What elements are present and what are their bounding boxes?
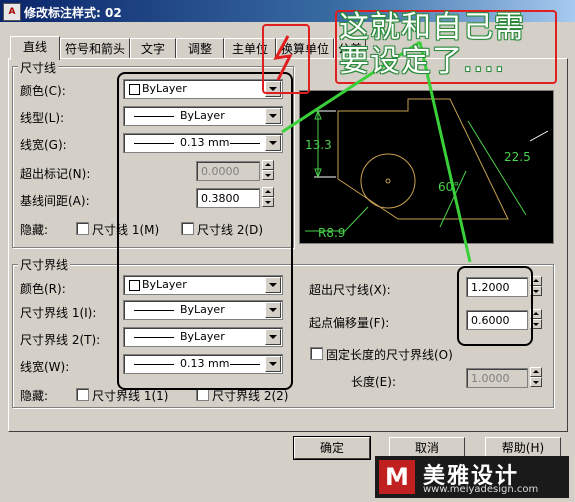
watermark-url: www.meiyadesign.com: [423, 484, 539, 495]
watermark-logo-icon: M: [379, 460, 415, 494]
annotation-line-1: 这就和自己需: [339, 10, 525, 45]
watermark: M 美雅设计 www.meiyadesign.com: [375, 456, 569, 498]
tab-lines[interactable]: 直线: [10, 36, 60, 60]
annotation-line-2: 要设定了....: [339, 44, 506, 79]
